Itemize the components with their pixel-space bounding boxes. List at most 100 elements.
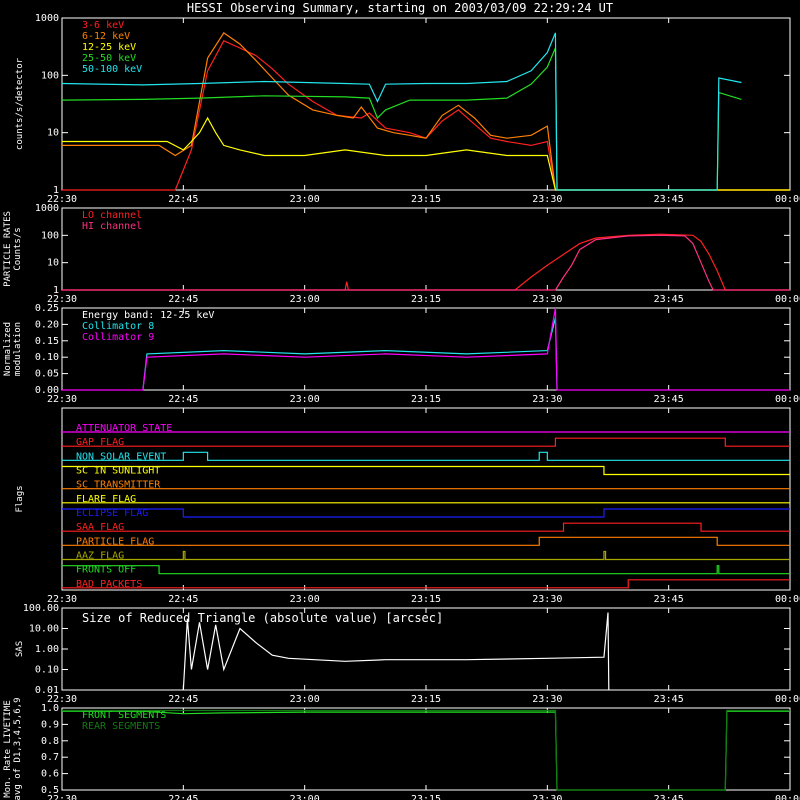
particle-panel: 22:3022:4523:0023:1523:3023:4500:0011010… bbox=[3, 203, 800, 305]
x-tick-label: 23:00 bbox=[290, 694, 320, 705]
rates-panel: 22:3022:4523:0023:1523:3023:4500:0011010… bbox=[15, 13, 800, 205]
y-tick-label: 100 bbox=[41, 70, 59, 81]
x-tick-label: 23:15 bbox=[411, 594, 441, 605]
flag-line bbox=[62, 550, 790, 561]
x-tick-label: 23:00 bbox=[290, 194, 320, 205]
observing-summary-figure: HESSI Observing Summary, starting on 200… bbox=[0, 0, 800, 800]
x-tick-label: 00:00 bbox=[775, 594, 800, 605]
y-tick-label: 1000 bbox=[35, 13, 59, 24]
y-tick-label: 0.20 bbox=[35, 319, 59, 330]
particle-series-line bbox=[62, 234, 790, 291]
figure-title: HESSI Observing Summary, starting on 200… bbox=[187, 1, 613, 15]
flag-label: AAZ FLAG bbox=[76, 551, 124, 562]
x-tick-label: 23:15 bbox=[411, 394, 441, 405]
rates-series-line bbox=[62, 40, 790, 191]
flag-line bbox=[62, 522, 790, 532]
x-tick-label: 23:30 bbox=[532, 194, 562, 205]
y-tick-label: 1.0 bbox=[41, 703, 59, 714]
flag-label: FRONTS OFF bbox=[76, 565, 136, 576]
y-tick-label: 0.01 bbox=[35, 685, 59, 696]
x-tick-label: 23:15 bbox=[411, 794, 441, 800]
y-tick-label: 10 bbox=[47, 128, 59, 139]
x-tick-label: 22:45 bbox=[168, 394, 198, 405]
y-tick-label: 0.9 bbox=[41, 719, 59, 730]
flag-label: SC TRANSMITTER bbox=[76, 480, 161, 491]
legend-entry: REAR SEGMENTS bbox=[82, 721, 160, 732]
modulation-y-label: Normalized bbox=[3, 322, 13, 376]
x-tick-label: 22:45 bbox=[168, 594, 198, 605]
particle-y-label-2: Counts/s bbox=[13, 227, 23, 270]
flag-label: SAA FLAG bbox=[76, 522, 124, 533]
x-tick-label: 22:45 bbox=[168, 194, 198, 205]
x-tick-label: 23:45 bbox=[654, 394, 684, 405]
legend-entry: 6-12 keV bbox=[82, 31, 130, 42]
livetime-y-label: Mon. Rate LIVETIME bbox=[3, 700, 13, 798]
rates-frame bbox=[61, 17, 791, 191]
flags-panel: 22:3022:4523:0023:1523:3023:4500:00Flags… bbox=[15, 407, 800, 605]
y-tick-label: 0.10 bbox=[35, 665, 59, 676]
x-tick-label: 23:00 bbox=[290, 394, 320, 405]
y-tick-label: 1 bbox=[53, 185, 59, 196]
rates-series-line bbox=[61, 32, 742, 191]
y-tick-label: 10 bbox=[47, 258, 59, 269]
x-tick-label: 23:45 bbox=[654, 694, 684, 705]
y-tick-label: 0.25 bbox=[35, 303, 59, 314]
x-tick-label: 22:45 bbox=[168, 794, 198, 800]
x-tick-label: 23:00 bbox=[290, 294, 320, 305]
legend-entry: 50-100 keV bbox=[82, 64, 142, 75]
flag-label: ECLIPSE FLAG bbox=[76, 508, 148, 519]
y-tick-label: 1.00 bbox=[35, 644, 59, 655]
flag-line bbox=[62, 565, 790, 575]
flag-line bbox=[62, 437, 790, 447]
x-tick-label: 23:30 bbox=[532, 394, 562, 405]
flag-label: PARTICLE FLAG bbox=[76, 536, 154, 547]
x-tick-label: 00:00 bbox=[775, 794, 800, 800]
livetime-panel: 22:3022:4523:0023:1523:3023:4500:000.50.… bbox=[3, 698, 800, 800]
x-tick-label: 23:45 bbox=[654, 594, 684, 605]
livetime-series-line bbox=[62, 710, 790, 791]
sas-annotation: Size of Reduced Triangle (absolute value… bbox=[82, 611, 443, 625]
y-tick-label: 1000 bbox=[35, 203, 59, 214]
flag-line bbox=[62, 508, 790, 518]
legend-entry: 12-25 keV bbox=[82, 42, 136, 53]
flag-line bbox=[62, 465, 790, 476]
rates-series-line bbox=[62, 32, 790, 191]
x-tick-label: 23:30 bbox=[532, 794, 562, 800]
y-tick-label: 0.7 bbox=[41, 752, 59, 763]
y-tick-label: 0.00 bbox=[35, 385, 59, 396]
flag-line bbox=[62, 536, 790, 546]
legend-entry: FRONT SEGMENTS bbox=[82, 710, 166, 721]
flag-line bbox=[62, 451, 790, 461]
legend-entry: 25-50 keV bbox=[82, 53, 136, 64]
flag-label: GAP FLAG bbox=[76, 437, 124, 448]
x-tick-label: 23:00 bbox=[290, 794, 320, 800]
x-tick-label: 23:15 bbox=[411, 294, 441, 305]
y-tick-label: 10.00 bbox=[29, 624, 59, 635]
flags-y-label: Flags bbox=[15, 485, 25, 512]
x-tick-label: 23:30 bbox=[532, 294, 562, 305]
rates-y-label: counts/s/detector bbox=[15, 57, 25, 150]
modulation-series-line bbox=[142, 317, 558, 391]
x-tick-label: 00:00 bbox=[775, 394, 800, 405]
x-tick-label: 23:15 bbox=[411, 194, 441, 205]
modulation-annotation: Energy band: 12-25 keV bbox=[82, 310, 214, 321]
legend-entry: Collimator 8 bbox=[82, 321, 154, 332]
rates-series-line bbox=[62, 116, 790, 191]
y-tick-label: 0.05 bbox=[35, 369, 59, 380]
flag-label: ATTENUATOR STATE bbox=[76, 423, 172, 434]
livetime-frame bbox=[61, 707, 791, 791]
livetime-y-label-2: avg of D1,3,4,5,6,9 bbox=[13, 698, 23, 800]
particle-y-label: PARTICLE RATES bbox=[3, 211, 13, 287]
sas-y-label: SAS bbox=[15, 641, 25, 657]
x-tick-label: 23:30 bbox=[532, 594, 562, 605]
x-tick-label: 23:45 bbox=[654, 294, 684, 305]
y-tick-label: 0.8 bbox=[41, 736, 59, 747]
x-tick-label: 23:30 bbox=[532, 694, 562, 705]
legend-entry: HI channel bbox=[82, 221, 142, 232]
flag-label: BAD PACKETS bbox=[76, 579, 142, 590]
particle-series-line bbox=[62, 233, 790, 291]
x-tick-label: 23:45 bbox=[654, 794, 684, 800]
y-tick-label: 100.00 bbox=[23, 603, 59, 614]
y-tick-label: 0.10 bbox=[35, 352, 59, 363]
x-tick-label: 23:00 bbox=[290, 594, 320, 605]
